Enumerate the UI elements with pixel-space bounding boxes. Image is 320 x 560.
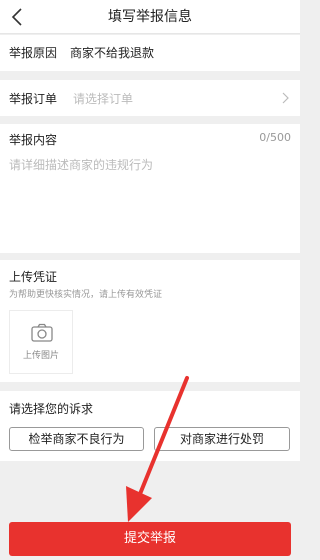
chevron-right-icon (282, 92, 289, 104)
content-row[interactable]: 举报内容 0/500 请详细描述商家的违规行为 (0, 124, 300, 253)
order-select-placeholder[interactable]: 请选择订单 (73, 90, 133, 107)
evidence-label: 上传凭证 (9, 270, 58, 284)
submit-button[interactable]: 提交举报 (9, 522, 291, 556)
evidence-row: 上传凭证 为帮助更快核实情况，请上传有效凭证 上传图片 (0, 260, 300, 382)
upload-image-label: 上传图片 (22, 351, 59, 361)
char-counter: 0/500 (259, 131, 291, 144)
content-textarea-placeholder[interactable]: 请详细描述商家的违规行为 (9, 156, 153, 173)
order-label: 举报订单 (9, 92, 58, 106)
claim-option-report[interactable]: 检举商家不良行为 (9, 427, 144, 451)
claims-row: 请选择您的诉求 检举商家不良行为 对商家进行处罚 (0, 391, 300, 461)
upload-image-button[interactable]: 上传图片 (9, 310, 73, 374)
content-label: 举报内容 (9, 133, 58, 147)
nav-bar: 填写举报信息 (0, 0, 300, 34)
claims-label: 请选择您的诉求 (9, 402, 94, 416)
reason-row: 举报原因 商家不给我退款 (0, 35, 300, 71)
page-title: 填写举报信息 (108, 9, 192, 25)
reason-label: 举报原因 (9, 46, 58, 60)
order-row[interactable]: 举报订单 请选择订单 (0, 80, 300, 116)
evidence-hint: 为帮助更快核实情况，请上传有效凭证 (9, 290, 163, 300)
reason-value: 商家不给我退款 (70, 46, 155, 60)
camera-icon (31, 323, 53, 342)
claim-option-punish[interactable]: 对商家进行处罚 (154, 427, 290, 451)
